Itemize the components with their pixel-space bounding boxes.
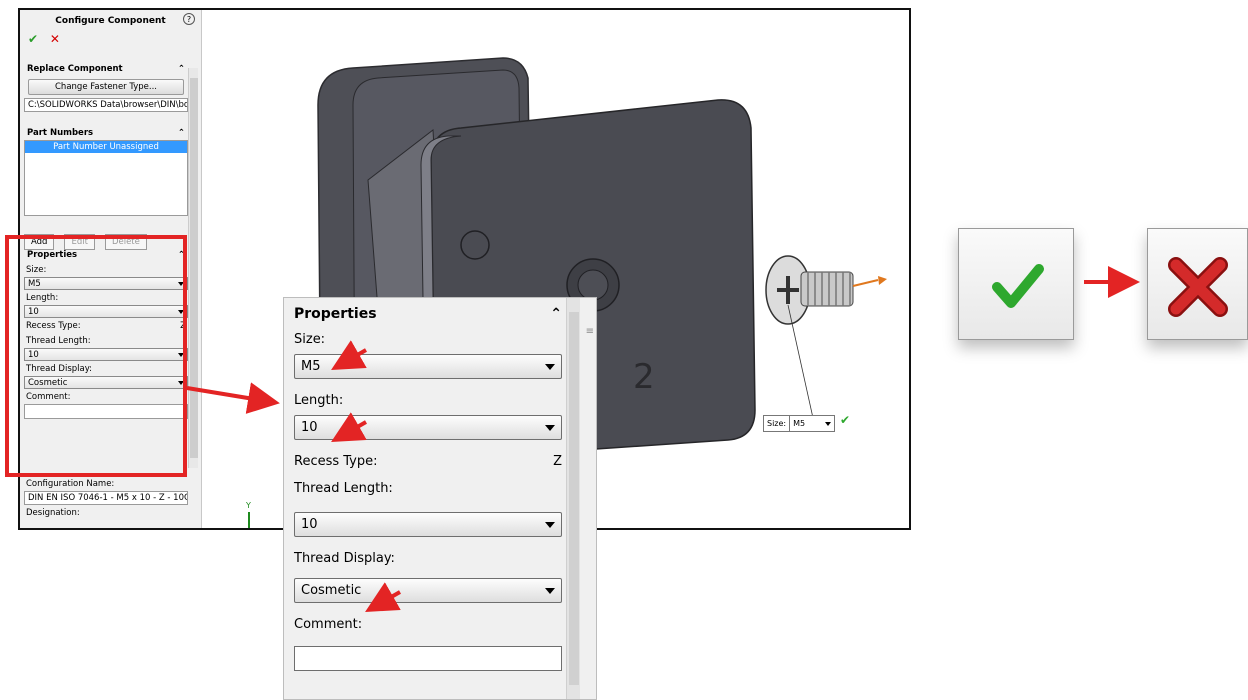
- hole-small: [460, 230, 490, 260]
- size-tip-value: M5: [793, 419, 806, 428]
- part-numbers-section: Part Numbers ⌃ Part Number Unassigned Ad…: [24, 126, 188, 250]
- dropdown-arrow-icon: [545, 587, 555, 594]
- size-tip-label: Size:: [764, 416, 791, 431]
- cancel-button-large[interactable]: [1147, 228, 1248, 340]
- configuration-section: Configuration Name: DIN EN ISO 7046-1 - …: [24, 476, 188, 520]
- thread-display-value: Cosmetic: [301, 583, 362, 598]
- dropdown-arrow-icon: [545, 363, 555, 370]
- length-value: 10: [301, 420, 318, 435]
- zoom-size-select[interactable]: M5: [294, 354, 562, 379]
- counterbore-inner: [577, 269, 609, 301]
- scrollbar-thumb[interactable]: [569, 312, 579, 685]
- axis-label: Y: [245, 501, 251, 510]
- designation-label: Designation:: [26, 508, 80, 518]
- screw-model: [765, 255, 887, 325]
- ok-check-icon[interactable]: ✔: [28, 32, 38, 46]
- zoom-properties-header[interactable]: Properties ⌃: [294, 306, 562, 322]
- thread-length-value: 10: [301, 517, 318, 532]
- part-numbers-header[interactable]: Part Numbers ⌃: [24, 126, 188, 140]
- zoom-length-label: Length:: [294, 393, 344, 408]
- replace-component-header[interactable]: Replace Component ⌃: [24, 62, 188, 76]
- properties-zoom-panel: Properties ⌃ Size: M5 Length: 10 Recess …: [283, 297, 597, 700]
- dropdown-arrow-icon: [545, 424, 555, 431]
- scrollbar-thumb[interactable]: [190, 78, 198, 458]
- size-value: M5: [301, 359, 321, 374]
- zoom-comment-label: Comment:: [294, 617, 363, 632]
- change-fastener-type-button[interactable]: Change Fastener Type...: [28, 79, 184, 95]
- list-item[interactable]: Part Number Unassigned: [25, 141, 187, 153]
- collapse-chevron-icon[interactable]: ⌃: [550, 306, 562, 322]
- zoom-recess-type-row: Recess Type: Z: [294, 454, 562, 469]
- replace-component-section: Replace Component ⌃ Change Fastener Type…: [24, 62, 188, 112]
- zoom-scrollbar[interactable]: [566, 298, 580, 699]
- part-text: 2: [633, 357, 655, 397]
- recess-type-label: Recess Type:: [294, 454, 378, 469]
- zoom-thread-display-label: Thread Display:: [294, 551, 395, 566]
- configuration-name-field[interactable]: DIN EN ISO 7046-1 - M5 x 10 - Z - 10C: [24, 491, 188, 505]
- section-title: Replace Component: [27, 64, 123, 74]
- panel-scrollbar[interactable]: [188, 68, 198, 468]
- zoom-thread-display-select[interactable]: Cosmetic: [294, 578, 562, 603]
- cancel-x-icon: [1168, 257, 1228, 317]
- dropdown-arrow-icon: [545, 521, 555, 528]
- dropdown-arrow-icon: [825, 422, 831, 426]
- configuration-name-label: Configuration Name:: [26, 479, 115, 489]
- zoom-thread-length-select[interactable]: 10: [294, 512, 562, 537]
- cancel-x-icon[interactable]: ✕: [50, 32, 60, 46]
- panel-title: Configure Component: [55, 16, 166, 26]
- tip-leader: [787, 304, 814, 419]
- fastener-path-field[interactable]: C:\SOLIDWORKS Data\browser\DIN\bo: [24, 98, 188, 112]
- collapse-chevron-icon[interactable]: ⌃: [178, 128, 185, 138]
- help-icon[interactable]: ?: [183, 13, 195, 25]
- recess-type-value: Z: [553, 454, 562, 469]
- zoom-comment-input[interactable]: [294, 646, 562, 671]
- section-title: Properties: [294, 306, 377, 322]
- section-title: Part Numbers: [27, 128, 94, 138]
- size-tip-select[interactable]: M5: [790, 419, 834, 428]
- zoom-length-select[interactable]: 10: [294, 415, 562, 440]
- zoom-size-label: Size:: [294, 332, 326, 347]
- zoom-thread-length-label: Thread Length:: [294, 481, 393, 496]
- grip-icon: ≡: [585, 326, 594, 337]
- ok-cancel-row: ✔ ✕: [28, 32, 60, 46]
- collapse-chevron-icon[interactable]: ⌃: [178, 64, 185, 74]
- size-tooltip-control[interactable]: Size: M5: [763, 415, 835, 432]
- ok-button-large[interactable]: [958, 228, 1074, 340]
- part-numbers-list[interactable]: Part Number Unassigned: [24, 140, 188, 216]
- properties-callout-box: [5, 235, 187, 477]
- ok-check-icon: [992, 264, 1044, 308]
